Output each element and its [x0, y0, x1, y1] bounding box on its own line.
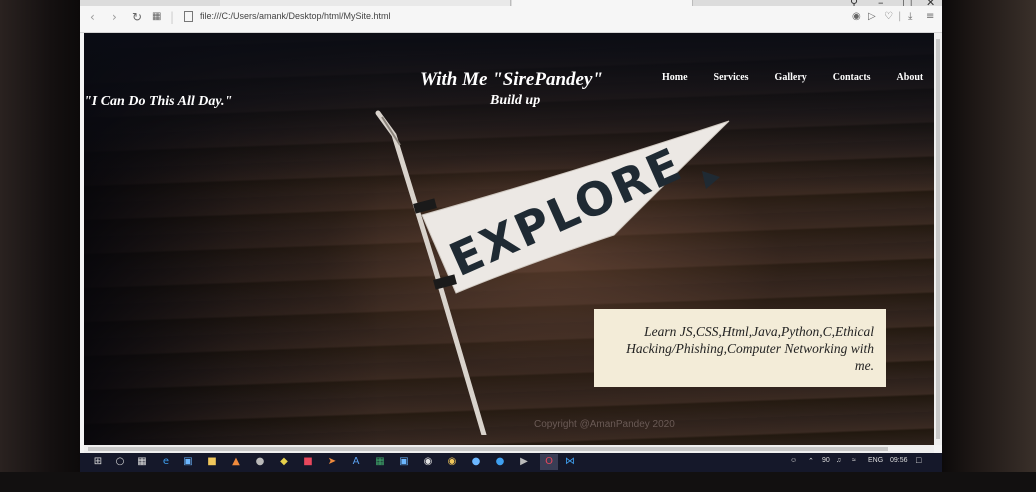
copyright-text: Copyright @AmanPandey 2020: [534, 419, 675, 430]
site-title: With Me "SirePandey": [420, 69, 603, 90]
nav-services[interactable]: Services: [714, 72, 749, 83]
app-icon-3[interactable]: ■: [302, 456, 314, 468]
app-icon-7[interactable]: ▣: [398, 456, 410, 468]
web-page: EXPLORE "I Can Do This All Day." With Me…: [84, 33, 934, 445]
start-windows-icon[interactable]: ⊞: [92, 456, 104, 468]
address-bar[interactable]: file:///C:/Users/amank/Desktop/html/MySi…: [200, 11, 391, 21]
apps-grid-icon[interactable]: ▦: [152, 11, 161, 22]
battery-level[interactable]: 90: [822, 457, 830, 464]
wifi-icon[interactable]: ≈: [852, 457, 856, 464]
download-icon[interactable]: ⤓: [908, 11, 912, 22]
site-nav: Home Services Gallery Contacts About: [662, 72, 934, 83]
app-icon-6[interactable]: ▦: [374, 456, 386, 468]
nav-gallery[interactable]: Gallery: [775, 72, 807, 83]
vertical-scroll-thumb[interactable]: [936, 39, 940, 439]
monitor-bezel-right: [940, 0, 1036, 492]
app-icon-4[interactable]: ➤: [326, 456, 338, 468]
app-icon-10[interactable]: ●: [494, 456, 506, 468]
horizontal-scroll-thumb[interactable]: [88, 447, 888, 451]
pennant-arrow-icon: [702, 171, 720, 189]
nav-home[interactable]: Home: [662, 72, 688, 83]
app-icon-8[interactable]: ◉: [422, 456, 434, 468]
camera-icon[interactable]: ◉: [852, 11, 861, 22]
monitor-bezel-left: [0, 0, 86, 492]
chrome-icon[interactable]: ◉: [446, 456, 458, 468]
language-indicator[interactable]: ENG: [868, 457, 883, 464]
menu-icon[interactable]: ≡: [926, 11, 934, 22]
task-view-icon[interactable]: ▦: [136, 456, 148, 468]
nav-contacts[interactable]: Contacts: [833, 72, 871, 83]
windows-taskbar: ⊞ ○ ▦ e ▣ ■ ▲ ● ◆ ■ ➤ A ▦ ▣ ◉ ◉ ● ● ▶ ▦ …: [80, 453, 942, 472]
notifications-icon[interactable]: □: [916, 455, 921, 465]
page-quote: "I Can Do This All Day.": [84, 94, 233, 109]
toolbar-divider-right: |: [898, 11, 902, 22]
app-icon-1[interactable]: ●: [254, 456, 266, 468]
vscode-icon[interactable]: ⋈: [564, 456, 576, 468]
monitor-bezel-bottom: [0, 472, 1036, 492]
back-icon[interactable]: ‹: [90, 10, 95, 24]
info-box: Learn JS,CSS,Html,Java,Python,C,Ethical …: [594, 309, 886, 387]
opera-icon-active[interactable]: O: [540, 454, 558, 470]
site-subtitle: Build up: [490, 93, 541, 108]
volume-icon[interactable]: ♫: [836, 457, 841, 464]
app-icon-11[interactable]: ▶: [518, 456, 530, 468]
app-icon-5[interactable]: A: [350, 456, 362, 468]
tray-expand-icon[interactable]: ⌃: [808, 457, 814, 465]
app-icon-2[interactable]: ◆: [278, 456, 290, 468]
edge-browser-icon[interactable]: e: [160, 456, 172, 468]
browser-toolbar: ‹ › ↻ ▦ | file:///C:/Users/amank/Desktop…: [80, 6, 942, 33]
info-text: Learn JS,CSS,Html,Java,Python,C,Ethical …: [626, 324, 874, 373]
forward-icon[interactable]: ›: [112, 10, 117, 24]
page-icon: [184, 11, 193, 22]
app-icon-9[interactable]: ●: [470, 456, 482, 468]
file-explorer-icon[interactable]: ■: [206, 456, 218, 468]
horizontal-scrollbar[interactable]: [84, 445, 934, 453]
pennant-stick-shadow: [381, 116, 401, 146]
toolbar-divider: |: [170, 10, 175, 24]
heart-icon[interactable]: ♡: [884, 11, 893, 22]
refresh-icon[interactable]: ↻: [132, 10, 142, 24]
screen: ⚲ – □ ✕ ‹ › ↻ ▦ | file:///C:/Users/amank…: [80, 0, 942, 472]
store-icon[interactable]: ▣: [182, 456, 194, 468]
vlc-icon[interactable]: ▲: [230, 456, 242, 468]
clock[interactable]: 09:56: [890, 457, 908, 464]
cortana-search-icon[interactable]: ○: [114, 456, 126, 468]
vertical-scrollbar[interactable]: [934, 33, 942, 445]
nav-about[interactable]: About: [897, 72, 924, 83]
people-icon[interactable]: ☺: [790, 457, 797, 464]
send-icon[interactable]: ▷: [868, 11, 876, 22]
